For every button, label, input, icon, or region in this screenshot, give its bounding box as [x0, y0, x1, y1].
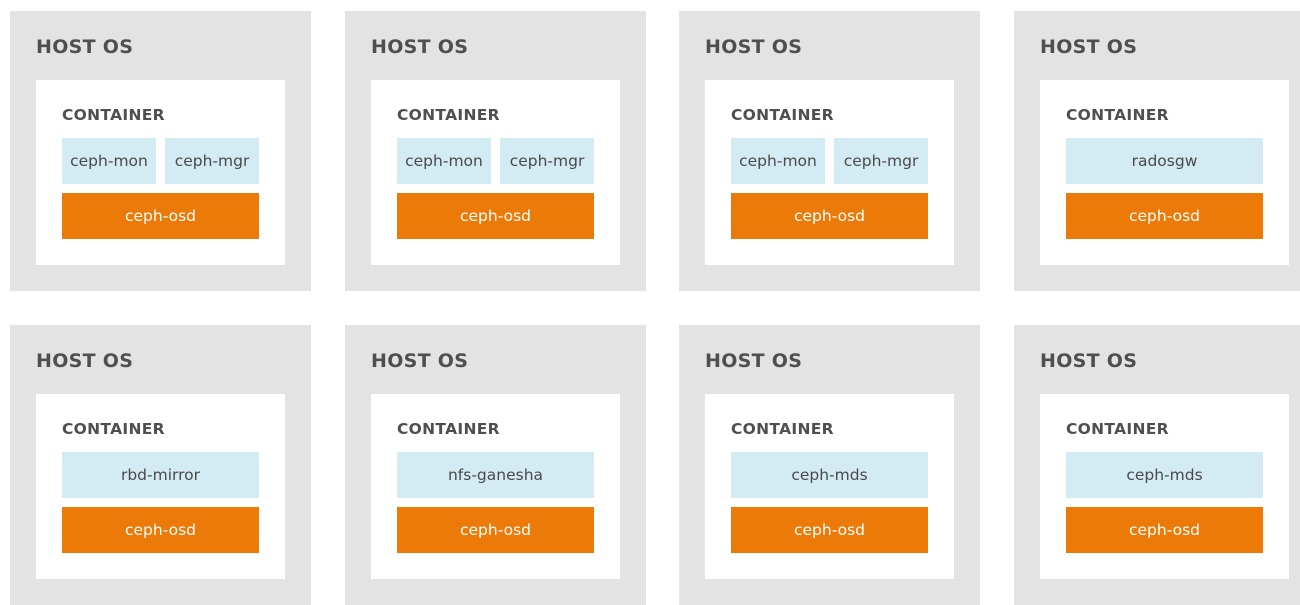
host-os-label: HOST OS — [1040, 350, 1138, 372]
container-box: CONTAINER ceph-mds ceph-osd — [705, 394, 954, 579]
service-ceph-osd: ceph-osd — [397, 507, 594, 553]
host-os-label: HOST OS — [705, 36, 803, 58]
container-label: CONTAINER — [397, 106, 500, 124]
container-label: CONTAINER — [731, 106, 834, 124]
container-label: CONTAINER — [62, 106, 165, 124]
host-os-box: HOST OS CONTAINER ceph-mds ceph-osd — [679, 325, 980, 605]
container-label: CONTAINER — [1066, 420, 1169, 438]
container-box: CONTAINER ceph-mon ceph-mgr ceph-osd — [36, 80, 285, 265]
service-row: ceph-mon ceph-mgr — [62, 138, 259, 184]
ceph-deployment-diagram: HOST OS CONTAINER ceph-mon ceph-mgr ceph-osd… — [0, 0, 1300, 605]
host-os-box: HOST OS CONTAINER rbd-mirror ceph-osd — [10, 325, 311, 605]
container-box: CONTAINER ceph-mon ceph-mgr ceph-osd — [371, 80, 620, 265]
host-os-box: HOST OS CONTAINER ceph-mon ceph-mgr ceph-osd — [345, 11, 646, 291]
host-os-box: HOST OS CONTAINER nfs-ganesha ceph-osd — [345, 325, 646, 605]
service-ceph-mon: ceph-mon — [397, 138, 491, 184]
service-row: ceph-mds — [1066, 452, 1263, 498]
service-row: rbd-mirror — [62, 452, 259, 498]
service-nfs-ganesha: nfs-ganesha — [397, 452, 594, 498]
service-ceph-osd: ceph-osd — [1066, 507, 1263, 553]
container-box: CONTAINER nfs-ganesha ceph-osd — [371, 394, 620, 579]
service-ceph-osd: ceph-osd — [62, 507, 259, 553]
service-rbd-mirror: rbd-mirror — [62, 452, 259, 498]
container-label: CONTAINER — [62, 420, 165, 438]
service-ceph-mds: ceph-mds — [1066, 452, 1263, 498]
host-os-label: HOST OS — [371, 36, 469, 58]
service-ceph-mds: ceph-mds — [731, 452, 928, 498]
service-ceph-osd: ceph-osd — [397, 193, 594, 239]
host-os-label: HOST OS — [371, 350, 469, 372]
host-os-box: HOST OS CONTAINER radosgw ceph-osd — [1014, 11, 1300, 291]
service-row: radosgw — [1066, 138, 1263, 184]
service-ceph-osd: ceph-osd — [731, 193, 928, 239]
service-ceph-osd: ceph-osd — [731, 507, 928, 553]
service-ceph-mon: ceph-mon — [731, 138, 825, 184]
service-row: nfs-ganesha — [397, 452, 594, 498]
service-ceph-mon: ceph-mon — [62, 138, 156, 184]
host-os-label: HOST OS — [36, 350, 134, 372]
service-ceph-osd: ceph-osd — [1066, 193, 1263, 239]
container-label: CONTAINER — [397, 420, 500, 438]
service-row: ceph-mon ceph-mgr — [731, 138, 928, 184]
service-row: ceph-mon ceph-mgr — [397, 138, 594, 184]
container-box: CONTAINER rbd-mirror ceph-osd — [36, 394, 285, 579]
container-box: CONTAINER radosgw ceph-osd — [1040, 80, 1289, 265]
container-label: CONTAINER — [1066, 106, 1169, 124]
service-ceph-mgr: ceph-mgr — [165, 138, 259, 184]
container-box: CONTAINER ceph-mon ceph-mgr ceph-osd — [705, 80, 954, 265]
service-ceph-mgr: ceph-mgr — [500, 138, 594, 184]
service-ceph-osd: ceph-osd — [62, 193, 259, 239]
host-os-label: HOST OS — [705, 350, 803, 372]
container-box: CONTAINER ceph-mds ceph-osd — [1040, 394, 1289, 579]
host-os-box: HOST OS CONTAINER ceph-mon ceph-mgr ceph-osd — [10, 11, 311, 291]
service-row: ceph-mds — [731, 452, 928, 498]
host-os-box: HOST OS CONTAINER ceph-mon ceph-mgr ceph-osd — [679, 11, 980, 291]
host-os-label: HOST OS — [36, 36, 134, 58]
host-os-box: HOST OS CONTAINER ceph-mds ceph-osd — [1014, 325, 1300, 605]
host-os-label: HOST OS — [1040, 36, 1138, 58]
container-label: CONTAINER — [731, 420, 834, 438]
service-radosgw: radosgw — [1066, 138, 1263, 184]
service-ceph-mgr: ceph-mgr — [834, 138, 928, 184]
